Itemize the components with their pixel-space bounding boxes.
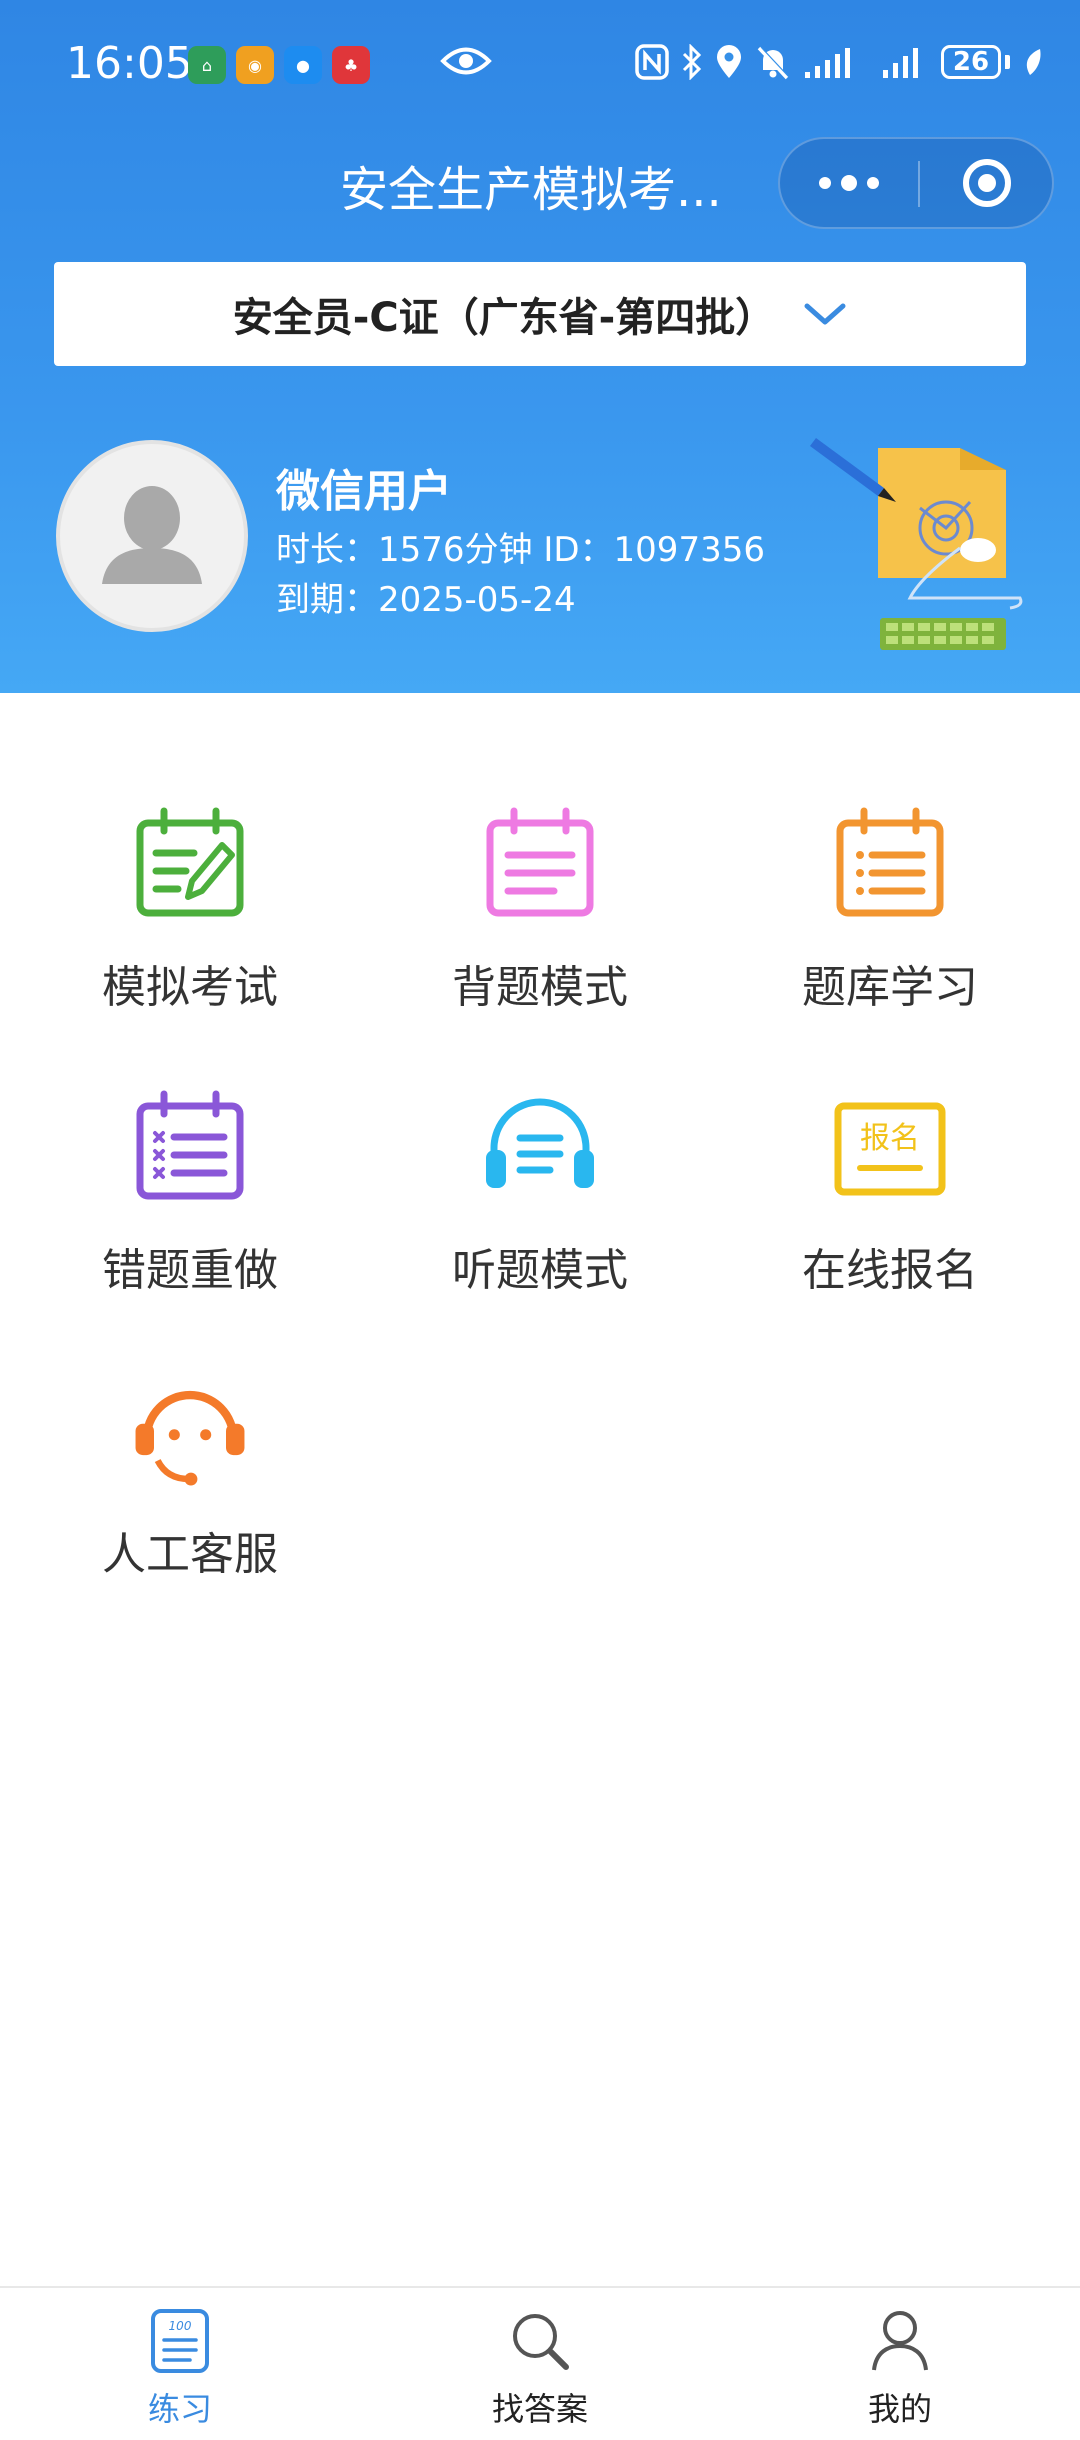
tab-label: 练习 xyxy=(147,2390,212,2428)
tab-label: 找答案 xyxy=(491,2390,588,2428)
location-icon xyxy=(717,45,741,78)
more-dot-icon xyxy=(819,177,831,189)
more-dot-icon xyxy=(867,177,879,189)
menu-listen-mode[interactable]: 听题模式 xyxy=(390,1088,690,1328)
profile-icon xyxy=(872,2311,928,2371)
battery-tip xyxy=(1005,55,1010,69)
study-illustration-icon xyxy=(810,438,1023,650)
nfc-icon xyxy=(635,44,669,80)
certificate-selector-label: 安全员-C证（广东省-第四批） xyxy=(232,295,776,341)
menu-online-signup[interactable]: 报名 在线报名 xyxy=(740,1088,1040,1328)
menu-mock-exam[interactable]: 模拟考试 xyxy=(40,805,340,1045)
menu-customer-service[interactable]: 人工客服 xyxy=(40,1372,340,1612)
tab-find-answer[interactable]: 找答案 xyxy=(360,2288,720,2440)
signal-strength-icon xyxy=(805,48,850,78)
mute-bell-icon xyxy=(757,46,790,80)
practice-icon: 100 xyxy=(151,2309,209,2373)
exam-icon xyxy=(136,807,244,917)
question-bank-icon xyxy=(836,807,944,917)
close-mini-program-button[interactable] xyxy=(920,139,1054,227)
bluetooth-icon xyxy=(682,44,702,80)
status-time: 16:05 xyxy=(66,38,193,89)
menu-label: 在线报名 xyxy=(802,1245,978,1296)
signup-icon: 报名 xyxy=(834,1102,946,1196)
page-title: 安全生产模拟考... xyxy=(340,162,722,218)
wrong-questions-icon xyxy=(136,1090,244,1200)
chevron-down-icon xyxy=(804,303,846,325)
default-avatar-icon xyxy=(102,486,202,584)
menu-label: 背题模式 xyxy=(452,962,628,1013)
battery-level: 26 xyxy=(941,45,1001,79)
menu-label: 错题重做 xyxy=(102,1245,278,1296)
customer-service-icon xyxy=(135,1391,245,1486)
signup-badge-text: 报名 xyxy=(860,1121,920,1156)
game-app-icon: ♣ xyxy=(332,46,370,84)
leaf-icon xyxy=(1026,49,1041,75)
menu-label: 题库学习 xyxy=(802,962,978,1013)
tab-mine[interactable]: 我的 xyxy=(720,2288,1080,2440)
search-icon xyxy=(513,2314,569,2370)
more-button[interactable] xyxy=(780,139,918,227)
menu-label: 听题模式 xyxy=(452,1245,628,1296)
certificate-selector[interactable]: 安全员-C证（广东省-第四批） xyxy=(54,262,1026,366)
svg-text:100: 100 xyxy=(169,2319,192,2333)
menu-recite-mode[interactable]: 背题模式 xyxy=(390,805,690,1045)
headphones-icon xyxy=(486,1098,594,1188)
home-app-icon: ⌂ xyxy=(188,46,226,84)
message-app-icon: ● xyxy=(284,46,322,84)
recite-icon xyxy=(486,807,594,917)
avatar[interactable] xyxy=(56,440,248,632)
mini-program-capsule xyxy=(778,137,1054,229)
target-close-icon xyxy=(963,159,1011,207)
system-icons: 26 xyxy=(635,44,1044,80)
header-background: 16:05 ⌂ ◉ ● ♣ 26 安全生产模拟考... 安全员-C证（广东省-第… xyxy=(0,0,1080,693)
tab-label: 我的 xyxy=(867,2390,932,2428)
bottom-tab-bar: 100 练习 找答案 我的 xyxy=(0,2286,1080,2440)
tab-practice[interactable]: 100 练习 xyxy=(0,2288,360,2440)
menu-question-bank[interactable]: 题库学习 xyxy=(740,805,1040,1045)
notification-icons: ⌂ ◉ ● ♣ xyxy=(188,46,370,84)
menu-wrong-redo[interactable]: 错题重做 xyxy=(40,1088,340,1328)
weibo-app-icon: ◉ xyxy=(236,46,274,84)
eye-icon xyxy=(440,47,492,75)
status-bar: 16:05 ⌂ ◉ ● ♣ 26 xyxy=(0,0,1080,135)
menu-label: 模拟考试 xyxy=(102,962,278,1013)
expiry-date: 到期：2025-05-24 xyxy=(276,580,576,620)
more-dot-icon xyxy=(841,175,857,191)
signal-strength-2-icon xyxy=(883,48,918,78)
username: 微信用户 xyxy=(276,466,452,517)
battery-indicator: 26 xyxy=(941,45,1010,79)
menu-label: 人工客服 xyxy=(102,1529,278,1580)
duration-and-id: 时长：1576分钟 ID：1097356 xyxy=(276,530,765,570)
